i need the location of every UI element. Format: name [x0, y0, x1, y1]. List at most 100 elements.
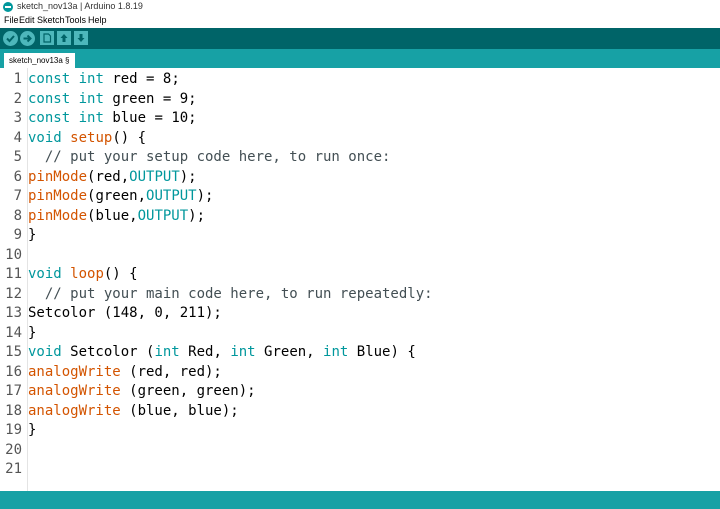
tab-bar: sketch_nov13a § [0, 49, 720, 68]
code-token: red = 8; [103, 71, 180, 87]
code-token: const [28, 110, 71, 126]
line-number: 6 [13, 168, 22, 185]
line-number: 3 [13, 110, 22, 126]
code-line[interactable]: 6 pinMode(red,OUTPUT); [0, 168, 433, 188]
menu-tools[interactable]: Tools [65, 15, 86, 25]
code-line[interactable]: 12 // put your main code here, to run re… [0, 285, 433, 305]
code-token: loop [70, 266, 104, 282]
code-token: (red, [87, 168, 130, 185]
code-token: pinMode [28, 168, 88, 185]
code-token: Setcolor ( [61, 344, 155, 360]
line-number: 16 [5, 363, 22, 380]
line-number: 7 [13, 188, 22, 204]
code-token: (blue, blue); [120, 402, 239, 419]
menu-help[interactable]: Help [88, 15, 107, 25]
code-token: int [323, 344, 349, 360]
code-token: (green, [87, 188, 147, 204]
open-icon[interactable] [57, 31, 71, 45]
code-token: () { [112, 129, 147, 146]
code-line[interactable]: 14} [0, 324, 433, 344]
verify-icon[interactable] [3, 31, 18, 46]
save-icon[interactable] [74, 31, 88, 45]
menu-file[interactable]: File [4, 15, 19, 25]
line-number: 13 [5, 305, 22, 321]
arduino-logo-icon [3, 2, 13, 12]
code-line[interactable]: 21 [0, 460, 433, 480]
toolbar [0, 28, 720, 49]
line-number: 18 [5, 402, 22, 419]
code-token: } [28, 422, 37, 438]
code-token: Setcolor (148, 0, 211); [28, 305, 222, 321]
code-token: void [28, 344, 62, 360]
code-line[interactable]: 8 pinMode(blue,OUTPUT); [0, 207, 433, 227]
code-token: const [28, 90, 71, 107]
code-token: // put your setup code here, to run once… [28, 149, 391, 165]
menu-edit[interactable]: Edit [19, 15, 35, 25]
code-token: (red, red); [120, 363, 222, 380]
line-number: 10 [5, 246, 22, 263]
code-token: analogWrite [28, 363, 121, 380]
code-line[interactable]: 15 void Setcolor (int Red, int Green, int… [0, 343, 433, 363]
line-number: 5 [13, 149, 22, 165]
code-token: setup [70, 129, 113, 146]
code-token: int [230, 344, 256, 360]
code-token: () { [103, 266, 138, 282]
code-token: ); [179, 168, 197, 185]
code-editor[interactable]: 1 const int red = 8; 2 const int green = 9;… [0, 68, 720, 491]
code-token: int [78, 110, 104, 126]
code-token: OUTPUT [146, 188, 197, 204]
code-token: pinMode [28, 207, 88, 224]
code-token: pinMode [28, 188, 88, 204]
code-token: ); [188, 207, 206, 224]
code-line[interactable]: 3 const int blue = 10; [0, 109, 433, 129]
line-number: 9 [13, 227, 22, 243]
code-line[interactable]: 7 pinMode(green,OUTPUT); [0, 187, 433, 207]
code-token: const [28, 71, 71, 87]
code-token: int [154, 344, 180, 360]
tab-sketch[interactable]: sketch_nov13a § [4, 53, 75, 68]
code-token: Blue) { [348, 344, 416, 360]
code-token: OUTPUT [129, 168, 180, 185]
code-line[interactable]: 18 analogWrite (blue, blue); [0, 402, 433, 422]
line-number: 19 [5, 422, 22, 438]
menu-bar: File Edit Sketch Tools Help [0, 14, 720, 28]
code-token: Green, [255, 344, 324, 360]
code-line[interactable]: 4 void setup() { [0, 129, 433, 149]
code-line[interactable]: 17 analogWrite (green, green); [0, 382, 433, 402]
code-line[interactable]: 13 Setcolor (148, 0, 211); [0, 304, 433, 324]
code-token: blue = 10; [103, 110, 197, 126]
line-number: 2 [13, 90, 22, 107]
code-token: } [28, 227, 37, 243]
code-token: analogWrite [28, 383, 121, 399]
code-token: ); [196, 188, 214, 204]
line-number: 15 [5, 344, 22, 360]
line-number: 8 [13, 207, 22, 224]
line-number: 17 [5, 383, 22, 399]
title-bar: sketch_nov13a | Arduino 1.8.19 [0, 0, 720, 14]
code-line[interactable]: 2 const int green = 9; [0, 90, 433, 110]
line-number: 14 [5, 324, 22, 341]
code-token: } [28, 324, 37, 341]
code-line[interactable]: 20 [0, 441, 433, 461]
menu-sketch[interactable]: Sketch [37, 15, 65, 25]
code-line[interactable]: 10 [0, 246, 433, 266]
code-line[interactable]: 5 // put your setup code here, to run on… [0, 148, 433, 168]
status-bar [0, 491, 720, 509]
code-token: void [28, 266, 62, 282]
code-line[interactable]: 1 const int red = 8; [0, 70, 433, 90]
code-token: int [78, 71, 104, 87]
new-icon[interactable] [40, 31, 54, 45]
code-line[interactable]: 11 void loop() { [0, 265, 433, 285]
code-token: OUTPUT [137, 207, 189, 224]
code-line[interactable]: 9} [0, 226, 433, 246]
code-token: // put your main code here, to run repea… [28, 285, 433, 302]
code-line[interactable]: 16 analogWrite (red, red); [0, 363, 433, 383]
upload-icon[interactable] [20, 31, 35, 46]
code-line[interactable]: 19} [0, 421, 433, 441]
line-number: 1 [13, 71, 22, 87]
code-token: int [78, 90, 104, 107]
